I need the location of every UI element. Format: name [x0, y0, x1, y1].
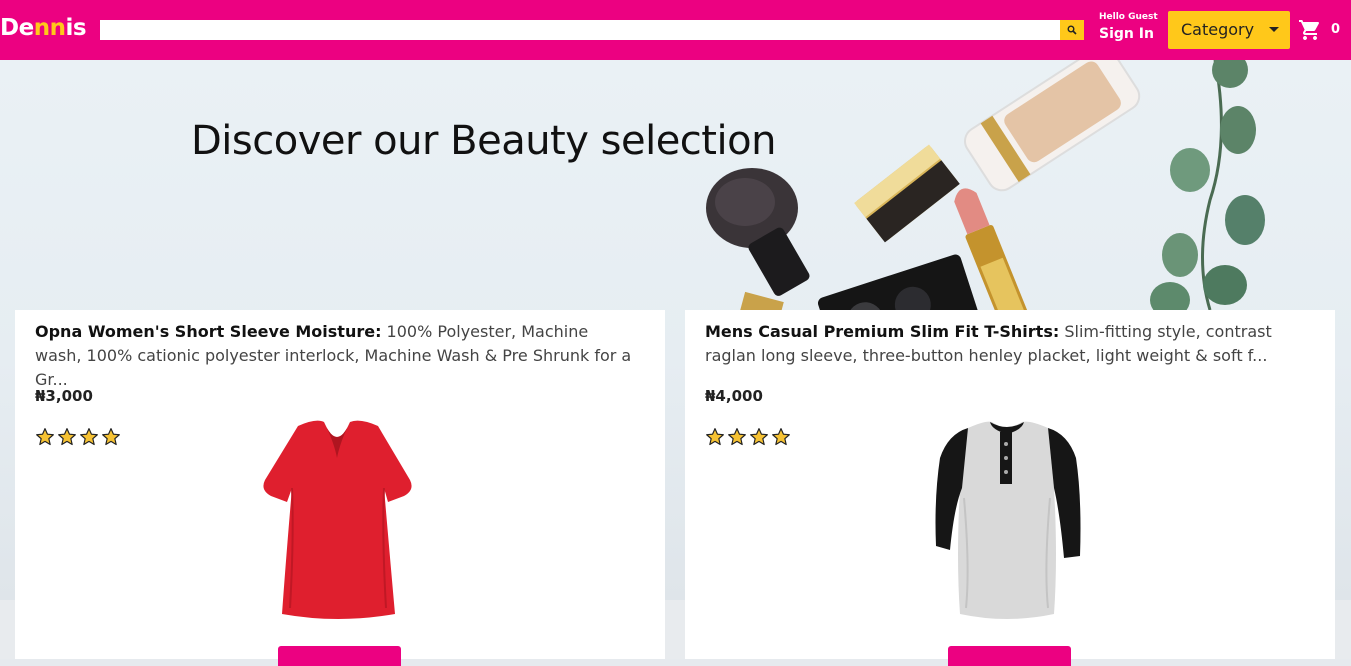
- brand-text-accent: nn: [33, 15, 66, 41]
- star-icon: [36, 428, 54, 446]
- brand-logo[interactable]: Dennis: [0, 15, 87, 41]
- product-description: Opna Women's Short Sleeve Moisture: 100%…: [35, 320, 635, 392]
- cart-count: 0: [1331, 22, 1341, 37]
- search-input[interactable]: [100, 21, 1060, 41]
- product-price: ₦4,000: [705, 387, 763, 405]
- product-name[interactable]: Opna Women's Short Sleeve Moisture:: [35, 322, 381, 341]
- add-to-cart-button[interactable]: [278, 646, 401, 666]
- star-icon: [58, 428, 76, 446]
- search-button[interactable]: [1060, 20, 1084, 40]
- product-description: Mens Casual Premium Slim Fit T-Shirts: S…: [705, 320, 1305, 368]
- star-icon: [706, 428, 724, 446]
- search-bar: [100, 20, 1084, 41]
- star-icon: [750, 428, 768, 446]
- caret-down-icon: [1269, 27, 1279, 32]
- red-tshirt-image[interactable]: [260, 418, 415, 623]
- star-icon: [102, 428, 120, 446]
- add-to-cart-button[interactable]: [948, 646, 1071, 666]
- top-nav: Dennis Hello Guest Sign In Category 0: [0, 0, 1351, 60]
- sign-in-link[interactable]: Sign In: [1099, 26, 1154, 42]
- category-label: Category: [1181, 20, 1255, 39]
- product-price: ₦3,000: [35, 387, 93, 405]
- greeting-text: Hello Guest: [1099, 12, 1158, 22]
- cart-icon[interactable]: [1298, 18, 1322, 42]
- search-icon: [1067, 25, 1077, 35]
- brand-text-suffix: is: [65, 15, 87, 41]
- brand-text-prefix: De: [0, 15, 34, 41]
- product-card[interactable]: Opna Women's Short Sleeve Moisture: 100%…: [15, 310, 665, 666]
- raglan-shirt-image[interactable]: [930, 418, 1085, 623]
- product-card[interactable]: Mens Casual Premium Slim Fit T-Shirts: S…: [685, 310, 1335, 666]
- star-icon: [772, 428, 790, 446]
- rating-stars: [705, 427, 791, 447]
- rating-stars: [35, 427, 121, 447]
- star-icon: [728, 428, 746, 446]
- category-dropdown[interactable]: Category: [1168, 11, 1290, 49]
- product-name[interactable]: Mens Casual Premium Slim Fit T-Shirts:: [705, 322, 1059, 341]
- star-icon: [80, 428, 98, 446]
